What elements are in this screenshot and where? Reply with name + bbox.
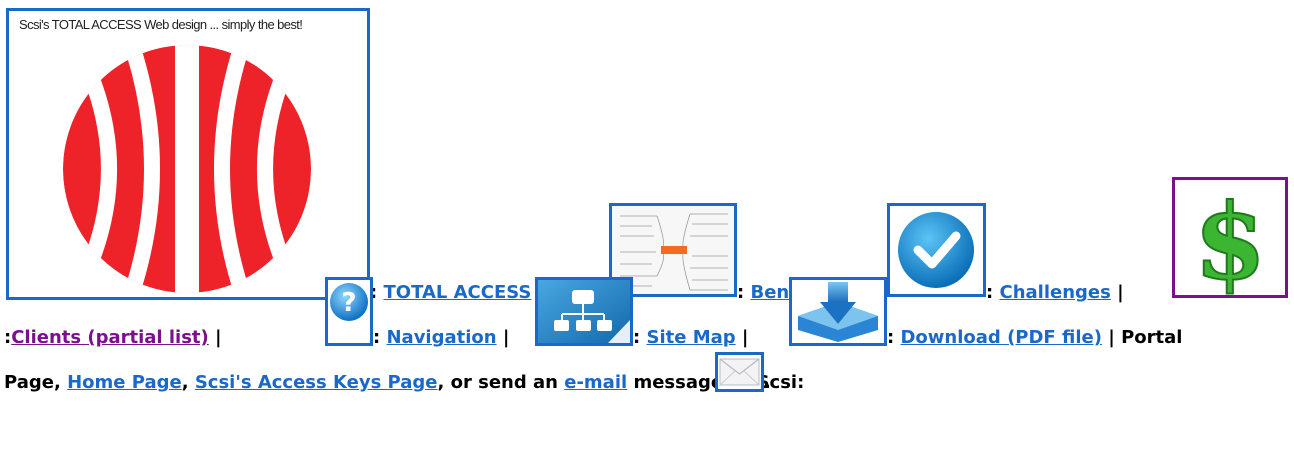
sitemap-image-link[interactable] <box>535 277 633 346</box>
separator: : <box>633 327 641 348</box>
navigation-image-link[interactable]: ? <box>325 277 373 346</box>
separator: : <box>986 282 994 303</box>
link-email[interactable]: e-mail <box>564 372 627 393</box>
separator: : <box>737 282 745 303</box>
page-text: Page, <box>4 372 61 393</box>
portal-text: | Portal <box>1108 327 1183 348</box>
clients-image-link[interactable]: $ <box>1172 177 1288 298</box>
nav-row-3: Page, Home Page, Scsi's Access Keys Page… <box>4 372 804 394</box>
link-download[interactable]: Download (PDF file) <box>900 327 1101 348</box>
or-send-text: , or send an <box>437 372 558 393</box>
link-challenges[interactable]: Challenges <box>999 282 1110 303</box>
logo-image-link[interactable]: Scsi's TOTAL ACCESS Web design ... simpl… <box>6 8 370 300</box>
link-access-keys[interactable]: Scsi's Access Keys Page <box>195 372 438 393</box>
nav-row-1c: : Challenges | <box>986 282 1124 304</box>
separator: , <box>181 372 189 393</box>
separator: | <box>741 327 749 348</box>
separator: | <box>215 327 222 348</box>
separator: : <box>373 327 381 348</box>
svg-text:$: $ <box>1194 180 1266 295</box>
nav-row-2: :Clients (partial list) | <box>4 327 222 349</box>
separator: | <box>1117 282 1124 303</box>
separator: : <box>887 327 895 348</box>
link-navigation[interactable]: Navigation <box>386 327 496 348</box>
link-clients[interactable]: Clients (partial list) <box>11 327 209 348</box>
link-site-map[interactable]: Site Map <box>646 327 735 348</box>
period: . <box>764 372 771 393</box>
sitemap-icon <box>538 280 630 343</box>
checkmark-icon <box>898 212 974 288</box>
link-total-access[interactable]: TOTAL ACCESS <box>383 282 531 303</box>
nav-row-2c: : Site Map | <box>633 327 749 349</box>
period-line: . <box>764 372 771 394</box>
nav-row-1: : TOTAL ACCESS | <box>370 282 544 304</box>
separator: | <box>502 327 510 348</box>
email-image-link[interactable] <box>715 352 764 392</box>
link-home-page[interactable]: Home Page <box>67 372 182 393</box>
challenges-image-link[interactable] <box>887 203 986 297</box>
question-icon: ? <box>330 283 368 321</box>
envelope-icon <box>719 358 760 386</box>
dollar-icon: $ <box>1193 180 1267 295</box>
logo-image <box>63 45 311 293</box>
download-icon <box>798 282 878 342</box>
nav-row-2d: : Download (PDF file) | Portal <box>887 327 1182 349</box>
svg-text:?: ? <box>341 288 356 318</box>
download-image-link[interactable] <box>789 277 887 346</box>
nav-row-2b: : Navigation | <box>373 327 509 349</box>
